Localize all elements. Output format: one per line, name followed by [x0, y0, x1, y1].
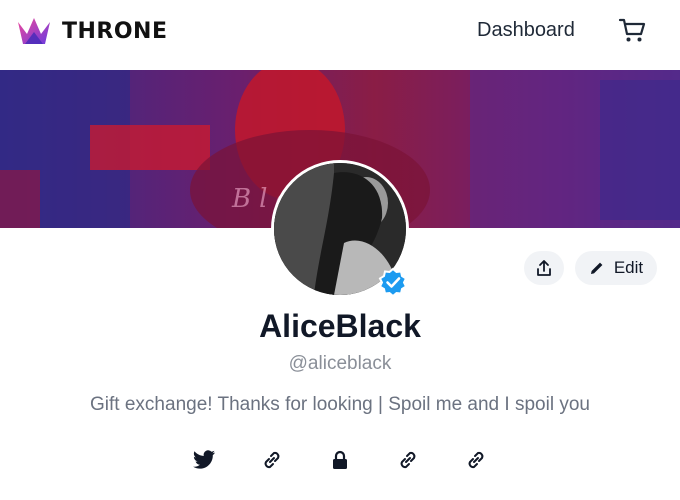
- cart-icon[interactable]: [617, 15, 647, 45]
- link-icon: [264, 451, 280, 469]
- verified-badge-icon: [378, 267, 408, 297]
- brand-name: THRONE: [62, 18, 168, 44]
- share-icon: [537, 260, 551, 276]
- dashboard-link[interactable]: Dashboard: [477, 19, 575, 42]
- profile-display-name: AliceBlack: [259, 308, 421, 344]
- link-icon: [400, 451, 416, 469]
- crown-logo-icon: [18, 18, 50, 44]
- social-links: [0, 446, 680, 474]
- profile-handle: @aliceblack: [288, 353, 392, 374]
- external-link-2[interactable]: [394, 446, 422, 474]
- throne-logo[interactable]: THRONE: [16, 14, 168, 48]
- twitter-link[interactable]: [190, 446, 218, 474]
- edit-button-label: Edit: [613, 258, 644, 277]
- external-link-3[interactable]: [462, 446, 490, 474]
- private-link[interactable]: [326, 446, 354, 474]
- external-link-1[interactable]: [258, 446, 286, 474]
- link-icon: [468, 451, 484, 469]
- share-button[interactable]: [524, 251, 564, 285]
- pencil-icon: [590, 262, 603, 274]
- profile-avatar[interactable]: [271, 160, 409, 298]
- profile-bio: Gift exchange! Thanks for looking | Spoi…: [90, 394, 590, 415]
- edit-profile-button[interactable]: Edit: [575, 251, 657, 285]
- lock-icon: [333, 450, 347, 469]
- top-navigation-bar: THRONE Dashboard: [0, 0, 680, 70]
- twitter-icon: [193, 450, 215, 469]
